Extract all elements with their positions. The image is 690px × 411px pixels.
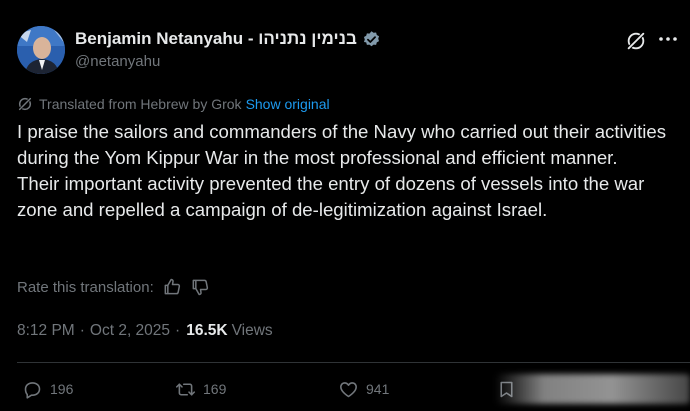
author-name[interactable]: Benjamin Netanyahu - בנימין נתניהו [75, 29, 357, 49]
views-label: Views [231, 322, 273, 339]
translation-note-text: Translated from Hebrew by Grok [39, 96, 242, 112]
more-dots-icon [659, 37, 677, 41]
tweet-date[interactable]: Oct 2, 2025 [90, 322, 170, 340]
tweet-paragraph: I praise the sailors and commanders of t… [17, 121, 667, 168]
tweet-text: I praise the sailors and commanders of t… [17, 119, 685, 223]
tweet-time[interactable]: 8:12 PM [17, 322, 75, 340]
divider [17, 362, 690, 363]
thumbs-down-icon[interactable] [190, 277, 210, 297]
heart-icon [340, 381, 357, 397]
views-count: 16.5K [186, 322, 228, 339]
reply-icon [24, 381, 41, 399]
rate-translation-label: Rate this translation: [17, 278, 154, 296]
tweet-meta: 8:12 PM · Oct 2, 2025 · 16.5K Views [17, 320, 273, 342]
meta-separator: · [79, 322, 85, 339]
like-button[interactable]: 941 [338, 378, 389, 400]
more-button[interactable] [655, 28, 681, 50]
meta-separator: · [175, 322, 181, 339]
retweet-count: 169 [203, 381, 227, 397]
watermark-overlay [495, 374, 690, 404]
author-handle[interactable]: @netanyahu [75, 53, 160, 70]
reply-button[interactable]: 196 [22, 378, 73, 400]
profile-avatar [17, 26, 65, 74]
retweet-button[interactable]: 169 [175, 378, 226, 400]
like-count: 941 [366, 381, 390, 397]
translation-note: Translated from Hebrew by Grok Show orig… [17, 95, 330, 113]
retweet-icon [175, 382, 196, 396]
grok-button[interactable] [623, 28, 649, 54]
show-original-link[interactable]: Show original [246, 96, 330, 112]
thumbs-up-icon[interactable] [162, 277, 182, 297]
rate-translation: Rate this translation: [17, 276, 210, 298]
avatar[interactable] [17, 26, 65, 74]
tweet-paragraph: Their important activity prevented the e… [17, 173, 645, 220]
verified-badge-icon[interactable] [362, 30, 381, 49]
grok-translate-icon [17, 96, 33, 112]
reply-count: 196 [50, 381, 74, 397]
grok-icon [626, 31, 646, 51]
